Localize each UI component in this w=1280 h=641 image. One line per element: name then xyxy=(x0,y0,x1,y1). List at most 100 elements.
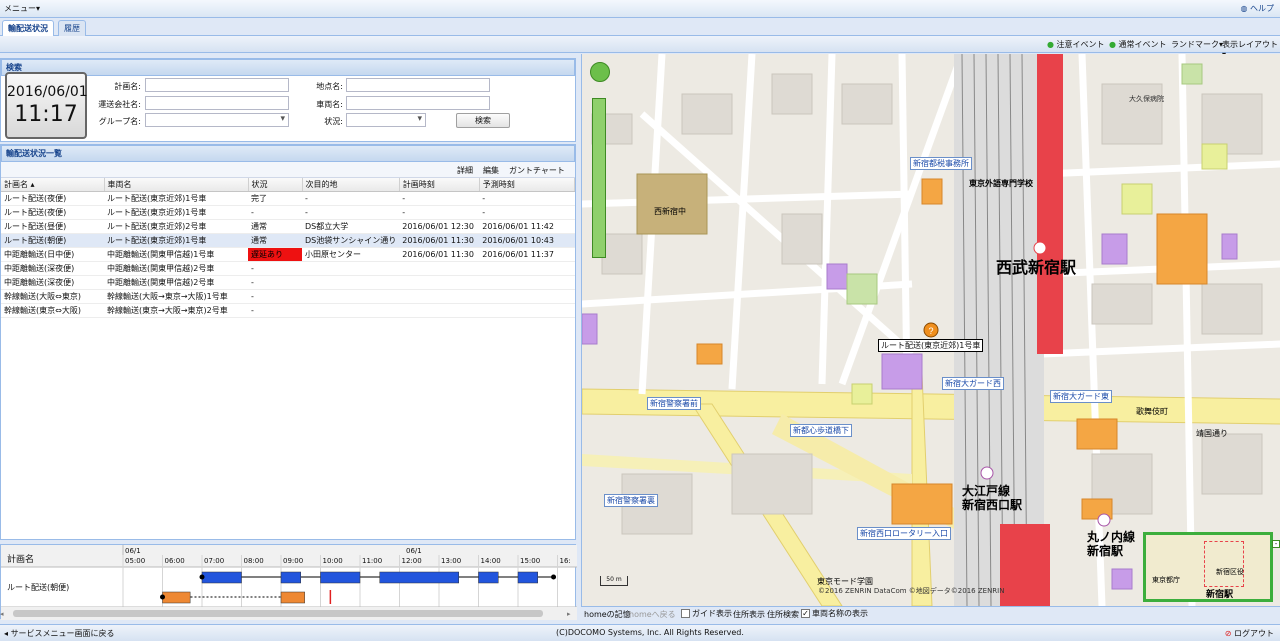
gantt-chart: 計画名 ルート配送(朝便) 06/1 06/1 05:00 06:00 07:00 0… xyxy=(0,544,577,620)
overview-collapse-button[interactable]: - xyxy=(1272,540,1280,548)
table-row[interactable]: ルート配送(夜便) ルート配送(東京近郊)1号車 - - - - xyxy=(1,205,575,220)
edit-button[interactable]: 編集 xyxy=(483,165,499,176)
table-row[interactable]: 中距離輸送(日中便) 中距離輸送(関東甲信越)1号車 遅延あり 小田原センター 2016… xyxy=(1,247,575,262)
landmark-menu[interactable]: ランドマーク▾ xyxy=(1171,39,1223,50)
gantt-chart-button[interactable]: ガントチャート xyxy=(509,165,565,176)
gantt-scroll-left-icon[interactable]: ◂ xyxy=(0,610,10,620)
cell-plan-name: 幹線輸送(大阪⇔東京) xyxy=(1,289,104,304)
caution-event-toggle[interactable]: ● 注意イベント xyxy=(1047,39,1105,50)
column-predicted-time[interactable]: 予測時刻 xyxy=(479,178,576,192)
gantt-date-2: 06/1 xyxy=(406,547,422,555)
cell-status: - xyxy=(248,261,302,276)
gantt-scrollbar[interactable] xyxy=(13,610,543,617)
map-label-road6: 新宿西口ロータリー入口 xyxy=(857,527,951,540)
cell-status: - xyxy=(248,289,302,304)
svg-text:?: ? xyxy=(928,326,933,336)
gantt-hour-label: 14:00 xyxy=(480,557,501,565)
cell-status: - xyxy=(248,303,302,318)
gantt-row-label: ルート配送(朝便) xyxy=(7,583,70,592)
cell-status: 完了 xyxy=(248,191,302,206)
map-label-school: 西新宿中 xyxy=(654,207,686,216)
column-next-destination[interactable]: 次目的地 xyxy=(302,178,400,192)
carrier-input[interactable] xyxy=(145,96,289,110)
status-select[interactable] xyxy=(346,113,426,127)
map-label-road4: 新宿警察署前 xyxy=(647,397,701,410)
gantt-plan-bar[interactable] xyxy=(280,571,301,584)
cell-plan-name: 中距離輸送(日中便) xyxy=(1,247,104,262)
home-back-button[interactable]: homeへ戻る xyxy=(629,609,676,620)
menu-button[interactable]: メニュー▾ xyxy=(4,3,40,14)
map-zoom-slider[interactable] xyxy=(592,98,606,258)
overview-label-station: 新宿駅 xyxy=(1206,590,1234,600)
gantt-plan-bar[interactable] xyxy=(379,571,459,584)
cell-predicted-time: 2016/06/01 11:42 xyxy=(479,219,575,234)
gantt-actual-bar[interactable] xyxy=(162,591,191,604)
guide-checkbox[interactable] xyxy=(681,609,690,618)
search-panel-title: 検索 xyxy=(1,59,575,76)
plan-name-input[interactable] xyxy=(145,78,289,92)
map-canvas[interactable]: ? xyxy=(582,54,1280,606)
gantt-point xyxy=(160,594,165,600)
gantt-hour-label: 09:00 xyxy=(283,557,304,565)
gantt-plan-bar[interactable] xyxy=(517,571,538,584)
location-input[interactable] xyxy=(346,78,490,92)
clock-display: 2016/06/01 11:17 xyxy=(5,72,88,139)
search-panel: 検索 2016/06/01 11:17 計画名: 運送会社名: グループ名: 地… xyxy=(0,58,576,142)
column-plan-name[interactable]: 計画名 ▴ xyxy=(1,178,105,192)
gantt-scroll-right-icon[interactable]: ▸ xyxy=(567,610,577,620)
column-planned-time[interactable]: 計画時刻 xyxy=(399,178,480,192)
cell-vehicle-name: ルート配送(東京近郊)1号車 xyxy=(104,191,248,206)
cell-planned-time: - xyxy=(399,191,480,206)
vehicle-name-label: ルート配送(東京近郊)1号車 xyxy=(878,339,984,352)
back-to-service-menu[interactable]: ◂ サービスメニュー画面に戻る xyxy=(4,628,115,639)
map-footer: homeの記憶 homeへ戻る ガイド表示 住所表示 住所検索 ✓ 車両名称の表示 xyxy=(581,606,1280,620)
map-pan-control[interactable] xyxy=(590,62,610,82)
cell-next-destination: DS都立大学 xyxy=(302,219,400,234)
gantt-plan-bar[interactable] xyxy=(320,571,361,584)
home-memory-button[interactable]: homeの記憶 xyxy=(584,609,631,620)
table-row[interactable]: 幹線輸送(大阪⇔東京) 幹線輸送(大阪→東京→大阪)1号車 - xyxy=(1,289,575,304)
help-link[interactable]: ◍ ヘルプ xyxy=(1240,3,1274,14)
cell-planned-time: 2016/06/01 12:30 xyxy=(399,219,480,234)
map-copyright: ©2016 ZENRIN DataCom ©地図データ©2016 ZENRIN xyxy=(818,587,1005,595)
address-show-link[interactable]: 住所表示 xyxy=(733,609,765,620)
cell-next-destination: DS池袋サンシャイン通り xyxy=(302,233,400,248)
table-row[interactable]: 中距離輸送(深夜便) 中距離輸送(関東甲信越)2号車 - xyxy=(1,261,575,276)
group-select[interactable] xyxy=(145,113,289,127)
map-label-road5: 新宿警察署裏 xyxy=(604,494,658,507)
table-row[interactable]: ルート配送(朝便) ルート配送(東京近郊)1号車 通常 DS池袋サンシャイン通り 201… xyxy=(1,233,575,248)
table-row[interactable]: ルート配送(夜便) ルート配送(東京近郊)1号車 完了 - - - xyxy=(1,191,575,206)
cell-next-destination xyxy=(302,289,400,304)
vehicle-names-checkbox[interactable]: ✓ xyxy=(801,609,810,618)
cell-vehicle-name: ルート配送(東京近郊)1号車 xyxy=(104,205,248,220)
logout-button[interactable]: ⊘ ログアウト xyxy=(1225,628,1274,639)
guide-toggle[interactable]: ガイド表示 xyxy=(681,608,732,619)
gantt-plan-bar[interactable] xyxy=(201,571,242,584)
vehicle-input[interactable] xyxy=(346,96,490,110)
vehicle-names-toggle[interactable]: ✓ 車両名称の表示 xyxy=(801,608,868,619)
table-row[interactable]: 中距離輸送(深夜便) 中距離輸送(関東甲信越)2号車 - xyxy=(1,275,575,290)
gantt-actual-bar[interactable] xyxy=(280,591,305,604)
school-building xyxy=(636,173,708,235)
table-row[interactable]: 幹線輸送(東京⇔大阪) 幹線輸送(東京→大阪→東京)2号車 - xyxy=(1,303,575,318)
gantt-hour-label: 13:00 xyxy=(441,557,462,565)
overview-map[interactable]: 東京都庁 新宿区役 新宿駅 xyxy=(1143,532,1273,602)
table-row[interactable]: ルート配送(昼便) ルート配送(東京近郊)2号車 通常 DS都立大学 2016/06/0… xyxy=(1,219,575,234)
tab-history[interactable]: 履歴 xyxy=(58,20,86,36)
cell-status: 通常 xyxy=(248,219,302,234)
menu-bar: メニュー▾ ◍ ヘルプ xyxy=(0,0,1280,18)
gantt-plan-bar[interactable] xyxy=(478,571,499,584)
map-label-shinjuku-nishiguchi: 新宿西口駅 xyxy=(962,498,1023,512)
column-status[interactable]: 状況 xyxy=(248,178,303,192)
detail-button[interactable]: 詳細 xyxy=(457,165,473,176)
tab-delivery-status[interactable]: 輸配送状況 xyxy=(2,20,54,36)
search-button[interactable]: 検索 xyxy=(456,113,510,128)
normal-event-toggle[interactable]: ● 通常イベント xyxy=(1109,39,1167,50)
column-vehicle-name[interactable]: 車両名 xyxy=(104,178,249,192)
cell-planned-time xyxy=(399,289,480,304)
map-view[interactable]: ? 新宿都税事務所 東京外語専門学校 西新宿中 西武新宿駅 大久保病院 ルート配… xyxy=(581,54,1280,606)
map-label-hospital: 大久保病院 xyxy=(1129,95,1164,103)
cell-planned-time: - xyxy=(399,205,480,220)
cell-predicted-time xyxy=(479,261,575,276)
address-search-link[interactable]: 住所検索 xyxy=(767,609,799,620)
